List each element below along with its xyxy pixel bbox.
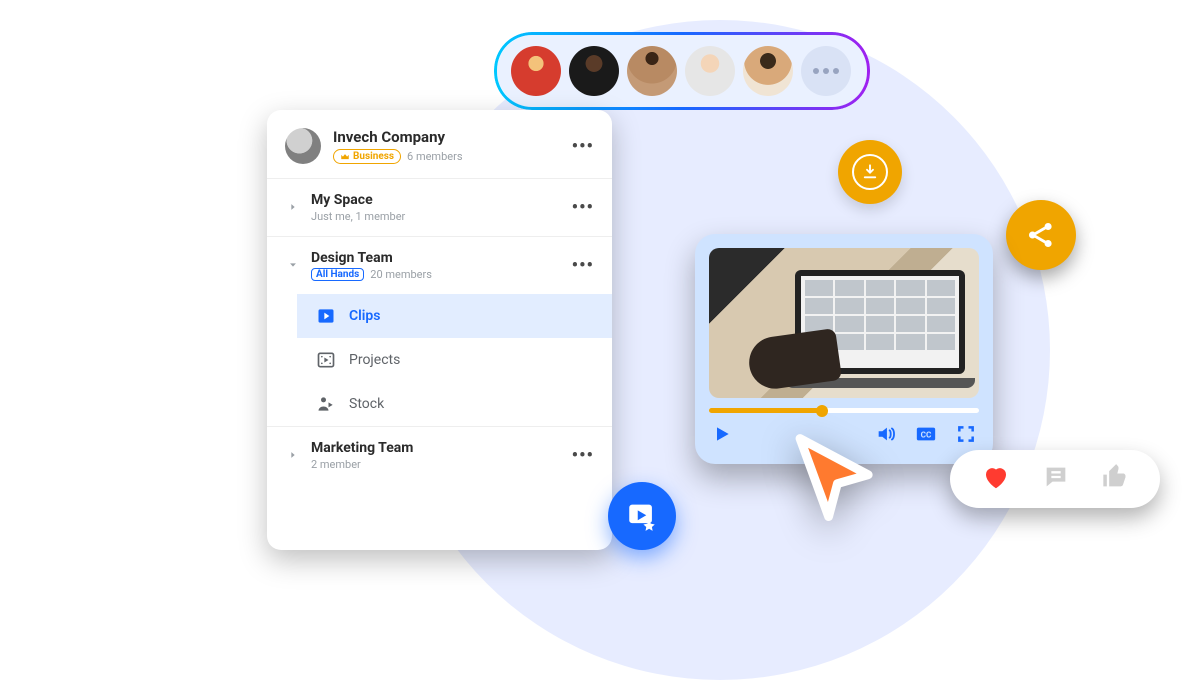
space-members: 20 members <box>370 268 432 281</box>
space-menu-button[interactable]: ••• <box>572 197 594 218</box>
workspace-avatar[interactable] <box>285 128 321 164</box>
cursor-icon <box>778 422 888 536</box>
avatar[interactable] <box>511 46 561 96</box>
folder-row-stock[interactable]: Stock <box>297 382 612 426</box>
space-children: Clips Projects Stock <box>267 294 612 426</box>
chevron-right-icon <box>285 201 301 215</box>
plan-badge-label: Business <box>353 151 394 162</box>
chevron-down-icon <box>285 259 301 273</box>
avatar[interactable] <box>569 46 619 96</box>
space-subtitle: Just me, 1 member <box>311 210 562 223</box>
share-icon <box>1024 218 1058 252</box>
share-button[interactable] <box>1006 200 1076 270</box>
space-title: Design Team <box>311 250 562 266</box>
space-row-my-space[interactable]: My Space Just me, 1 member ••• <box>267 179 612 236</box>
progress-knob[interactable] <box>816 405 828 417</box>
folder-label: Clips <box>349 308 381 324</box>
space-menu-button[interactable]: ••• <box>572 255 594 276</box>
space-row-marketing-team[interactable]: Marketing Team 2 member ••• <box>267 427 612 484</box>
play-square-icon <box>315 305 337 327</box>
workspace-name: Invech Company <box>333 128 560 146</box>
film-icon <box>315 349 337 371</box>
heart-icon <box>981 462 1011 492</box>
avatar-more-button[interactable] <box>801 46 851 96</box>
video-thumbnail[interactable] <box>709 248 979 398</box>
avatar-strip <box>497 35 867 107</box>
avatar[interactable] <box>627 46 677 96</box>
cc-icon: CC <box>915 423 937 445</box>
folder-label: Stock <box>349 396 384 412</box>
avatar[interactable] <box>743 46 793 96</box>
space-title: Marketing Team <box>311 440 562 456</box>
folder-label: Projects <box>349 352 400 368</box>
play-button[interactable] <box>711 423 733 445</box>
person-play-icon <box>315 393 337 415</box>
clip-star-icon <box>625 499 659 533</box>
like-button[interactable] <box>981 462 1011 496</box>
folder-row-projects[interactable]: Projects <box>297 338 612 382</box>
chevron-right-icon <box>285 449 301 463</box>
space-row-design-team[interactable]: Design Team All Hands 20 members ••• <box>267 237 612 294</box>
space-title: My Space <box>311 192 562 208</box>
reactions-bar <box>950 450 1160 508</box>
download-button[interactable] <box>838 140 902 204</box>
thumbs-up-icon <box>1101 463 1129 491</box>
folder-row-clips[interactable]: Clips <box>297 294 612 338</box>
fullscreen-button[interactable] <box>955 423 977 445</box>
comment-button[interactable] <box>1042 463 1070 495</box>
progress-fill <box>709 408 822 413</box>
space-menu-button[interactable]: ••• <box>572 445 594 466</box>
workspace-sidebar: Invech Company Business 6 members ••• My… <box>267 110 612 550</box>
workspace-header: Invech Company Business 6 members ••• <box>267 110 612 178</box>
fullscreen-icon <box>956 424 976 444</box>
thumbs-up-button[interactable] <box>1101 463 1129 495</box>
svg-text:CC: CC <box>921 431 932 441</box>
avatar[interactable] <box>685 46 735 96</box>
play-icon <box>712 424 732 444</box>
crown-icon <box>340 152 350 162</box>
comment-icon <box>1042 463 1070 491</box>
progress-bar[interactable] <box>709 408 979 413</box>
download-icon <box>861 163 879 181</box>
cc-button[interactable]: CC <box>915 423 937 445</box>
space-subtitle: 2 member <box>311 458 562 471</box>
new-clip-button[interactable] <box>608 482 676 550</box>
all-hands-badge: All Hands <box>311 268 364 281</box>
workspace-menu-button[interactable]: ••• <box>572 136 594 157</box>
plan-badge: Business <box>333 149 401 164</box>
workspace-members: 6 members <box>407 150 462 163</box>
